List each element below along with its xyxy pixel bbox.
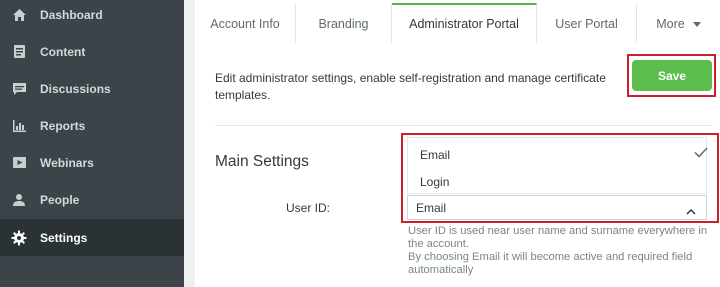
- tab-bar: Account Info Branding Administrator Port…: [195, 0, 720, 43]
- video-icon: [11, 155, 27, 171]
- tab-label: Branding: [318, 16, 369, 31]
- sidebar-item-label: Reports: [40, 118, 86, 133]
- document-icon: [11, 44, 27, 60]
- gear-icon: [11, 230, 27, 246]
- section-title: Main Settings: [215, 153, 309, 170]
- sidebar-item-label: Discussions: [40, 81, 111, 96]
- tab-administrator-portal[interactable]: Administrator Portal: [392, 3, 537, 43]
- tab-label: Administrator Portal: [409, 17, 519, 31]
- main-area: Account Info Branding Administrator Port…: [184, 0, 720, 287]
- user-id-label: User ID:: [286, 201, 331, 215]
- user-id-help-text: User ID is used near user name and surna…: [408, 225, 720, 277]
- tab-user-portal[interactable]: User Portal: [537, 4, 637, 43]
- sidebar-item-label: Content: [40, 44, 86, 59]
- dropdown-option-login[interactable]: Login: [408, 168, 708, 195]
- user-id-select[interactable]: Email: [407, 195, 707, 220]
- tab-label: Account Info: [210, 16, 280, 31]
- sidebar-item-label: Dashboard: [40, 7, 103, 22]
- sidebar-item-label: Webinars: [40, 155, 94, 170]
- caret-down-icon: [692, 22, 701, 27]
- tab-account-info[interactable]: Account Info: [195, 4, 296, 43]
- sidebar-item-people[interactable]: People: [0, 181, 184, 218]
- user-id-options-list: Email Login: [407, 137, 708, 195]
- tab-more[interactable]: More: [637, 4, 720, 43]
- page-description: Edit administrator settings, enable self…: [215, 71, 606, 102]
- help-line: User ID is used near user name and surna…: [408, 225, 708, 250]
- checkmark-icon: [694, 147, 708, 161]
- dropdown-option-email[interactable]: Email: [408, 141, 708, 168]
- sidebar: Dashboard Content Discussions Reports We…: [0, 0, 184, 287]
- save-button[interactable]: Save: [632, 60, 712, 91]
- settings-panel: Account Info Branding Administrator Port…: [195, 0, 720, 287]
- sidebar-item-webinars[interactable]: Webinars: [0, 144, 184, 181]
- save-highlight: Save: [627, 54, 716, 97]
- sidebar-item-reports[interactable]: Reports: [0, 107, 184, 144]
- sidebar-item-label: Settings: [40, 230, 88, 245]
- select-value: Email: [416, 200, 447, 215]
- sidebar-item-content[interactable]: Content: [0, 33, 184, 70]
- sidebar-item-label: People: [40, 192, 80, 207]
- person-icon: [11, 192, 27, 208]
- tab-label: More: [656, 16, 685, 31]
- sidebar-item-discussions[interactable]: Discussions: [0, 70, 184, 107]
- option-label: Email: [420, 147, 451, 162]
- tab-label: User Portal: [555, 16, 618, 31]
- home-icon: [11, 7, 27, 23]
- user-id-dropdown-highlight: Email Login Email: [401, 133, 719, 223]
- sidebar-item-dashboard[interactable]: Dashboard: [0, 0, 184, 33]
- bar-chart-icon: [11, 118, 27, 134]
- chevron-up-icon: [686, 204, 696, 218]
- option-label: Login: [420, 174, 450, 189]
- divider: [215, 125, 713, 126]
- chat-icon: [11, 81, 27, 97]
- tab-branding[interactable]: Branding: [296, 4, 392, 43]
- help-line: By choosing Email it will become active …: [408, 251, 693, 276]
- sidebar-item-settings[interactable]: Settings: [0, 219, 184, 256]
